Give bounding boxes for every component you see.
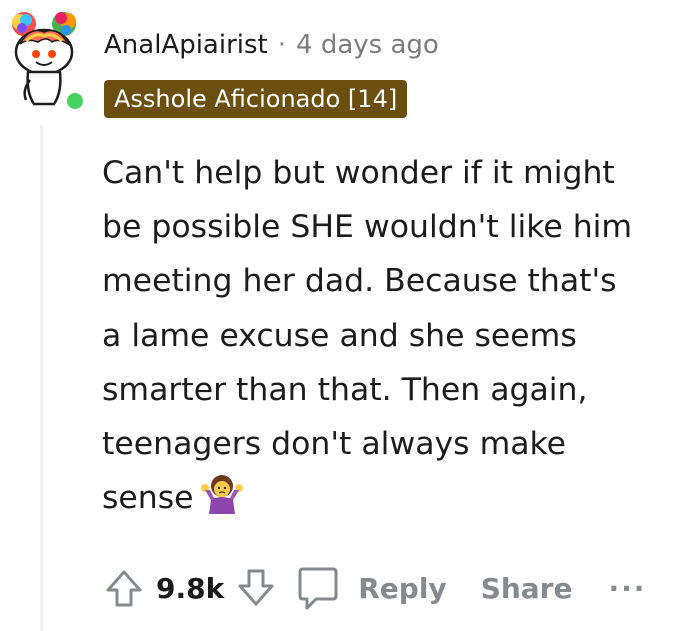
online-status-indicator xyxy=(64,90,86,112)
comment-line-text: sense xyxy=(102,480,194,517)
arrow-down-icon xyxy=(238,569,274,606)
upvote-button[interactable] xyxy=(100,564,148,612)
downvote-button[interactable] xyxy=(232,564,280,612)
comment-line: smarter than that. Then again, xyxy=(102,371,588,408)
reply-button[interactable]: Reply xyxy=(294,564,447,612)
user-flair: Asshole Aficionado [14] xyxy=(104,80,408,118)
comment-line-last: sense xyxy=(102,471,696,525)
speech-bubble-icon xyxy=(298,567,338,610)
meta-separator: · xyxy=(277,30,287,60)
avatar[interactable] xyxy=(6,8,86,112)
share-button[interactable]: Share xyxy=(481,572,573,605)
timestamp-link[interactable]: 4 days ago xyxy=(296,30,439,60)
more-options-button[interactable]: ··· xyxy=(608,572,646,605)
comment-meta: AnalApiairist · 4 days ago xyxy=(104,25,439,65)
comment-line: meeting her dad. Because that's xyxy=(102,263,617,300)
thread-line[interactable] xyxy=(40,126,43,631)
reply-label: Reply xyxy=(358,571,447,605)
vote-count: 9.8k xyxy=(156,571,225,605)
comment-line: Can't help but wonder if it might xyxy=(102,155,615,191)
username-link[interactable]: AnalApiairist xyxy=(104,30,268,60)
person-shrugging-emoji-icon xyxy=(200,475,243,515)
comment-line: be possible SHE wouldn't like him xyxy=(102,209,633,246)
comment-line: a lame excuse and she seems xyxy=(102,317,577,354)
arrow-up-icon xyxy=(106,570,142,607)
comment-line: teenagers don't always make xyxy=(102,425,567,462)
comment-body: Can't help but wonder if it might be pos… xyxy=(102,146,696,525)
comment-actions: 9.8k Reply Share ··· xyxy=(100,560,646,616)
